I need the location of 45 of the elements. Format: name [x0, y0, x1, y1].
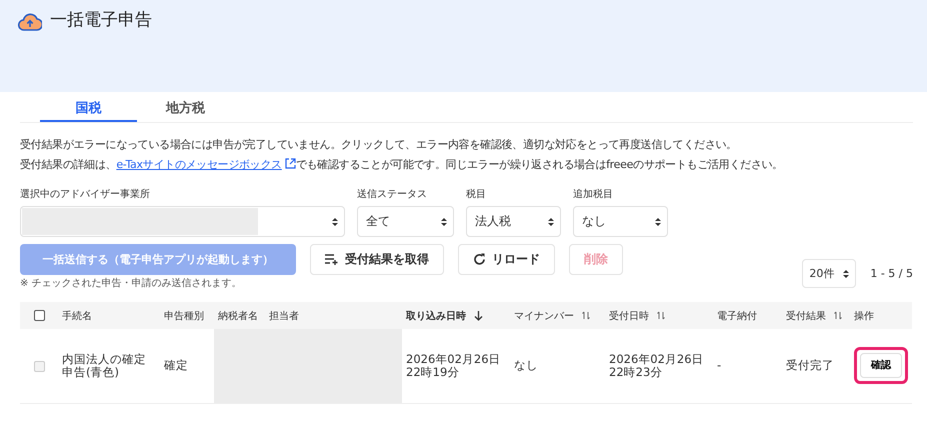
table-cell: なし [514, 358, 538, 372]
filter-label: 税目 [466, 188, 487, 201]
cloud-upload-icon [18, 12, 42, 32]
select-caret-icon [332, 216, 338, 226]
reload-icon [473, 253, 486, 266]
per-page-select[interactable]: 20件 [802, 259, 856, 288]
send-note: ※ チェックされた申告・申請のみ送信されます。 [20, 276, 243, 290]
select-caret-icon [441, 216, 447, 226]
table-cell: 2026年02月26日 22時23分 [609, 352, 704, 379]
sort-icon[interactable] [657, 311, 665, 320]
list-add-icon [325, 254, 339, 265]
column-header: 納税者名 [218, 310, 258, 322]
page-range: 1 - 5 / 5 [870, 267, 913, 280]
filter-label: 送信ステータス [357, 188, 428, 201]
table-cell: 受付完了 [786, 358, 834, 372]
filter-select[interactable]: 法人税 [466, 206, 561, 237]
sort-icon[interactable] [834, 311, 842, 320]
page-title: 一括電子申告 [50, 9, 152, 32]
table-cell: 2026年02月26日 22時19分 [406, 352, 501, 379]
filter-label: 選択中のアドバイザー事業所 [20, 188, 151, 201]
select-caret-icon [655, 216, 661, 226]
table-cell: 確定 [164, 358, 188, 372]
filter-select[interactable]: 全て [357, 206, 454, 237]
select-caret-icon [843, 268, 850, 278]
column-header[interactable]: 受付日時 [609, 310, 649, 322]
external-link-icon [284, 158, 296, 169]
sort-down-icon[interactable] [474, 310, 483, 321]
select-all-checkbox[interactable] [34, 310, 44, 321]
reload-button[interactable]: リロード [458, 244, 555, 275]
column-header: 手続名 [62, 310, 92, 322]
column-header: 申告種別 [164, 310, 204, 322]
column-header: 電子納付 [717, 310, 757, 322]
notice-text: 受付結果がエラーになっている場合には申告が完了していません。クリックして、エラー内容を確認後、適切な対応をとって再度送信してください。 受付結果の詳細は、e-Taxサイトのメッセージボックス でも確認することが可能です。同じエラーが繰り返される場合はfreeeのサポートもご活用ください。 [20, 137, 784, 173]
filter-select[interactable]: なし [573, 206, 668, 237]
fetch-results-button[interactable]: 受付結果を取得 [310, 244, 444, 275]
column-header: 担当者 [269, 310, 299, 322]
tab[interactable]: 地方税 [137, 96, 234, 122]
select-caret-icon [548, 216, 554, 226]
filter-label: 追加税目 [573, 188, 614, 201]
column-header: 操作 [854, 310, 874, 322]
table-cell: 内国法人の確定申告(青色) [62, 352, 146, 379]
sort-icon[interactable] [582, 311, 590, 320]
tab[interactable]: 国税 [40, 96, 137, 122]
table-cell: - [717, 358, 722, 372]
message-box-link[interactable]: e-Taxサイトのメッセージボックス [116, 158, 296, 171]
